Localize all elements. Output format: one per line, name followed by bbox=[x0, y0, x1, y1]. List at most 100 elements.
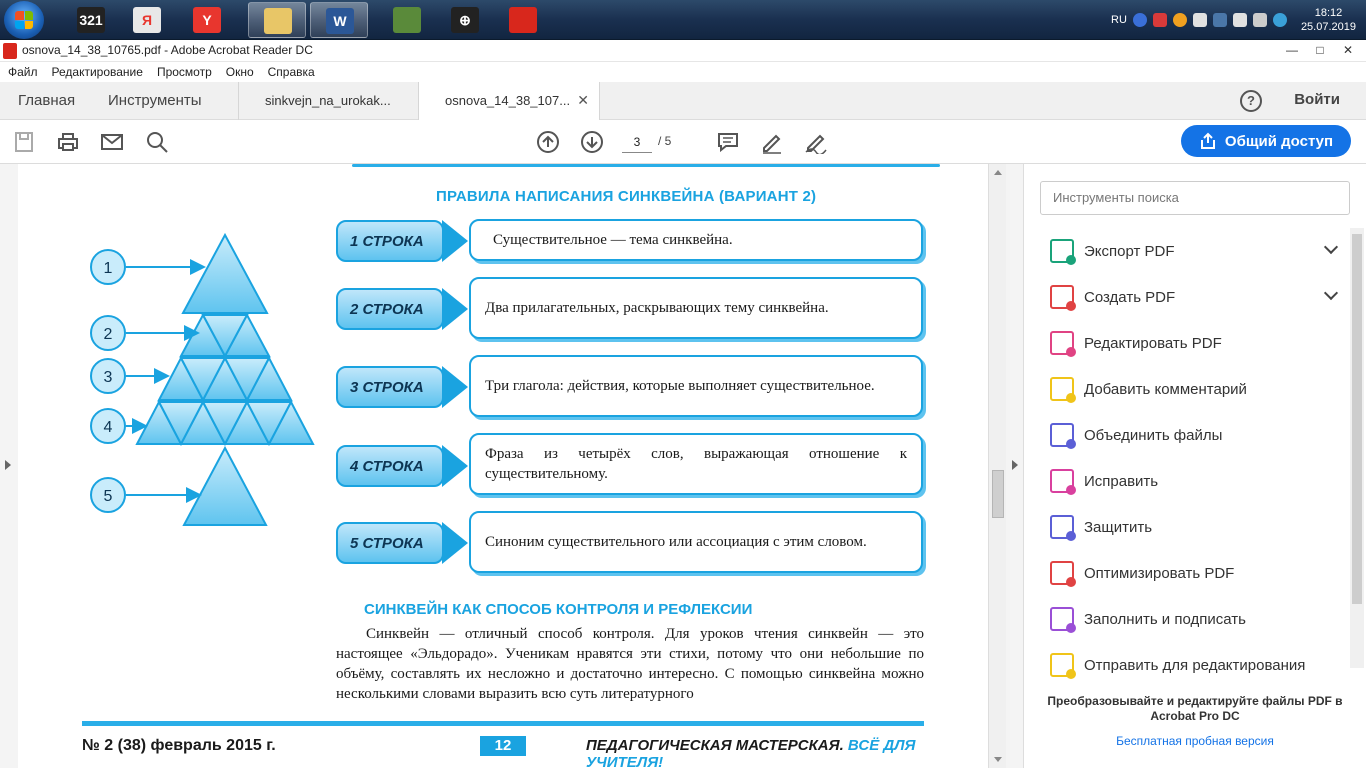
menu-view[interactable]: Просмотр bbox=[157, 65, 212, 79]
tool-protect[interactable]: Защитить bbox=[1040, 504, 1350, 550]
clock[interactable]: 18:12 25.07.2019 bbox=[1301, 6, 1356, 34]
chevron-down-icon[interactable] bbox=[1323, 285, 1339, 301]
pyramid-triangle bbox=[181, 232, 269, 314]
taskbar-app-acrobat[interactable] bbox=[494, 2, 552, 38]
volume-tray-icon[interactable] bbox=[1252, 13, 1267, 27]
tools-search-input[interactable]: Инструменты поиска bbox=[1040, 181, 1350, 215]
taskbar-app-yandex-browser[interactable]: Y bbox=[178, 2, 236, 38]
row-arrow-icon bbox=[442, 522, 468, 564]
edit-pdf-icon bbox=[1050, 331, 1076, 357]
share-button[interactable]: Общий доступ bbox=[1181, 125, 1351, 157]
collapse-tools-pane[interactable] bbox=[1006, 164, 1024, 768]
footer-magazine-name: ПЕДАГОГИЧЕСКАЯ МАСТЕРСКАЯ. bbox=[586, 737, 848, 754]
taskbar-app-file-explorer[interactable] bbox=[248, 2, 306, 38]
scroll-down-icon[interactable] bbox=[994, 757, 1002, 762]
pyramid-level-number: 3 bbox=[104, 369, 113, 386]
tool-create-pdf[interactable]: Создать PDF bbox=[1040, 274, 1350, 320]
tool-combine-files[interactable]: Объединить файлы bbox=[1040, 412, 1350, 458]
save-icon[interactable] bbox=[12, 130, 36, 154]
tab-tools[interactable]: Инструменты bbox=[108, 92, 202, 109]
start-button[interactable] bbox=[4, 1, 44, 39]
close-window-button[interactable]: ✕ bbox=[1336, 42, 1360, 58]
footer-page-number: 12 bbox=[480, 736, 526, 756]
taskbar-app-media-player-classic[interactable]: 321 bbox=[62, 2, 120, 38]
taskbar-app-crosshair-app[interactable]: ⊕ bbox=[436, 2, 494, 38]
media-player-classic-icon: 321 bbox=[77, 7, 105, 33]
tool-send-for-review[interactable]: Отправить для редактирования bbox=[1040, 642, 1350, 688]
tool-add-comment[interactable]: Добавить комментарий bbox=[1040, 366, 1350, 412]
page-top-rule bbox=[352, 164, 940, 167]
tab-label: osnova_14_38_107... bbox=[445, 93, 571, 108]
optimize-pdf-icon bbox=[1050, 561, 1076, 587]
taskbar-app-word[interactable]: W bbox=[310, 2, 368, 38]
clock-time: 18:12 bbox=[1314, 7, 1343, 19]
help-icon[interactable]: ? bbox=[1240, 90, 1262, 112]
tab-document-osnova[interactable]: osnova_14_38_107... ✕ bbox=[418, 82, 600, 120]
tools-scroll-thumb[interactable] bbox=[1352, 234, 1362, 604]
row-label: 1 СТРОКА bbox=[336, 220, 444, 262]
tool-label: Редактировать PDF bbox=[1084, 334, 1222, 352]
tools-list: Экспорт PDF Создать PDF Редактировать PDF Д… bbox=[1040, 228, 1350, 688]
language-indicator[interactable]: RU bbox=[1111, 14, 1127, 26]
document-scrollbar[interactable] bbox=[988, 164, 1006, 768]
sign-in-button[interactable]: Войти bbox=[1294, 91, 1340, 108]
share-icon bbox=[1200, 132, 1215, 149]
tool-label: Создать PDF bbox=[1084, 288, 1176, 306]
free-trial-link[interactable]: Бесплатная пробная версия bbox=[1040, 734, 1350, 748]
left-panel-toggle[interactable] bbox=[0, 164, 18, 768]
tab-document-sinkvejn[interactable]: sinkvejn_na_urokak... bbox=[238, 82, 418, 120]
menu-window[interactable]: Окно bbox=[226, 65, 254, 79]
tools-scrollbar[interactable] bbox=[1350, 228, 1364, 668]
crosshair-app-icon: ⊕ bbox=[451, 7, 479, 33]
scroll-up-icon[interactable] bbox=[994, 170, 1002, 175]
pyramid-level-number: 1 bbox=[104, 260, 113, 277]
network-tray-icon[interactable] bbox=[1272, 13, 1287, 27]
minimize-button[interactable]: — bbox=[1280, 42, 1304, 58]
previous-page-icon[interactable] bbox=[536, 130, 560, 154]
comment-icon[interactable] bbox=[716, 130, 740, 154]
search-icon[interactable] bbox=[145, 130, 169, 154]
body-paragraph: Синквейн — отличный способ контроля. Для… bbox=[336, 624, 924, 704]
rules-title: ПРАВИЛА НАПИСАНИЯ СИНКВЕЙНА (ВАРИАНТ 2) bbox=[436, 188, 817, 205]
tool-optimize-pdf[interactable]: Оптимизировать PDF bbox=[1040, 550, 1350, 596]
tab-label: sinkvejn_na_urokak... bbox=[265, 93, 391, 108]
sign-icon[interactable] bbox=[804, 130, 828, 154]
menu-file[interactable]: Файл bbox=[8, 65, 38, 79]
page-number-input[interactable]: 3 bbox=[622, 131, 652, 153]
antivirus-tray-icon[interactable] bbox=[1152, 13, 1167, 27]
highlight-pen-icon[interactable] bbox=[760, 130, 784, 154]
flag-tray-icon[interactable] bbox=[1232, 13, 1247, 27]
close-tab-icon[interactable]: ✕ bbox=[577, 92, 589, 109]
row-description: Существительное — тема синквейна. bbox=[469, 219, 923, 261]
file-explorer-icon bbox=[264, 8, 292, 34]
footer-rule bbox=[82, 721, 924, 726]
email-icon[interactable] bbox=[100, 130, 124, 154]
taskbar-app-minecraft[interactable] bbox=[378, 2, 436, 38]
tab-home[interactable]: Главная bbox=[18, 92, 75, 109]
menu-edit[interactable]: Редактирование bbox=[52, 65, 143, 79]
expand-left-icon bbox=[5, 460, 11, 470]
maximize-button[interactable]: □ bbox=[1308, 42, 1332, 58]
next-page-icon[interactable] bbox=[580, 130, 604, 154]
help-tray-icon[interactable] bbox=[1132, 13, 1147, 27]
row-text: Три глагола: действия, которые выполняет… bbox=[485, 378, 875, 394]
toolbar bbox=[0, 120, 1366, 164]
vk-tray-icon[interactable] bbox=[1212, 13, 1227, 27]
tool-export-pdf[interactable]: Экспорт PDF bbox=[1040, 228, 1350, 274]
tool-fix[interactable]: Исправить bbox=[1040, 458, 1350, 504]
tool-label: Исправить bbox=[1084, 472, 1159, 490]
row-arrow-icon bbox=[442, 288, 468, 330]
taskbar-app-yandex[interactable]: Я bbox=[118, 2, 176, 38]
flower-tray-icon[interactable] bbox=[1172, 13, 1187, 27]
tool-label: Оптимизировать PDF bbox=[1084, 564, 1235, 582]
tool-fill-sign[interactable]: Заполнить и подписать bbox=[1040, 596, 1350, 642]
menu-help[interactable]: Справка bbox=[268, 65, 315, 79]
tool-edit-pdf[interactable]: Редактировать PDF bbox=[1040, 320, 1350, 366]
row-description: Два прилагательных, раскрывающих тему си… bbox=[469, 277, 923, 339]
scroll-thumb[interactable] bbox=[992, 470, 1004, 518]
chevron-down-icon[interactable] bbox=[1323, 239, 1339, 255]
tool-label: Добавить комментарий bbox=[1084, 380, 1247, 398]
promo-text: Преобразовывайте и редактируйте файлы PD… bbox=[1047, 694, 1343, 723]
device-tray-icon[interactable] bbox=[1192, 13, 1207, 27]
print-icon[interactable] bbox=[56, 130, 80, 154]
